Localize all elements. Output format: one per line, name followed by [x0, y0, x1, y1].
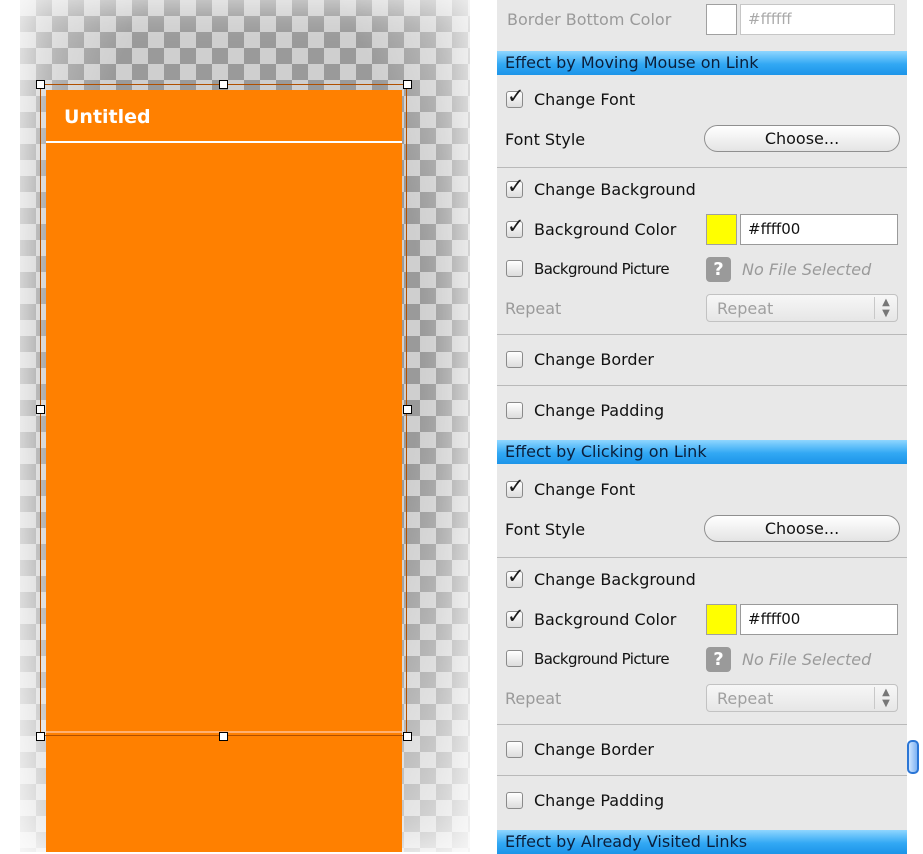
background-picture-checkbox[interactable]: [506, 260, 523, 277]
resize-handle-bottom-right[interactable]: [403, 732, 412, 741]
change-font-label: Change Font: [534, 90, 636, 109]
change-background-checkbox[interactable]: ✓: [506, 176, 525, 198]
background-picture-checkbox[interactable]: [506, 650, 523, 667]
font-style-label: Font Style: [505, 130, 586, 149]
change-padding-checkbox[interactable]: [506, 402, 523, 419]
border-bottom-color-field[interactable]: #ffffff: [740, 4, 895, 35]
change-font-checkbox[interactable]: ✓: [506, 86, 525, 108]
check-icon: ✓: [507, 214, 525, 238]
background-color-field[interactable]: #ffff00: [740, 604, 898, 635]
change-border-checkbox[interactable]: [506, 741, 523, 758]
selection-outline: [40, 84, 407, 736]
repeat-label: Repeat: [505, 689, 562, 708]
question-icon[interactable]: ?: [706, 647, 731, 672]
divider: [497, 724, 907, 725]
resize-handle-top-right[interactable]: [403, 80, 412, 89]
section-header-mouse-over[interactable]: Effect by Moving Mouse on Link: [497, 51, 907, 75]
repeat-select-value: Repeat: [717, 299, 774, 318]
resize-handle-top-left[interactable]: [36, 80, 45, 89]
background-color-checkbox[interactable]: ✓: [506, 216, 525, 238]
check-icon: ✓: [507, 604, 525, 628]
change-padding-label: Change Padding: [534, 791, 665, 810]
change-background-label: Change Background: [534, 180, 696, 199]
border-bottom-color-label: Border Bottom Color: [507, 10, 672, 29]
resize-handle-bottom-left[interactable]: [36, 732, 45, 741]
check-icon: ✓: [507, 474, 525, 498]
background-color-swatch[interactable]: [706, 214, 737, 245]
divider: [497, 385, 907, 386]
resize-handle-bottom[interactable]: [219, 732, 228, 741]
no-file-selected-text: No File Selected: [742, 260, 872, 279]
repeat-select-value: Repeat: [717, 689, 774, 708]
change-font-label: Change Font: [534, 480, 636, 499]
scrollbar-tab[interactable]: [907, 740, 919, 774]
change-background-checkbox[interactable]: ✓: [506, 566, 525, 588]
divider: [497, 557, 907, 558]
check-icon: ✓: [507, 84, 525, 108]
repeat-select[interactable]: Repeat ▲ ▼: [706, 294, 898, 322]
change-background-label: Change Background: [534, 570, 696, 589]
change-font-checkbox[interactable]: ✓: [506, 476, 525, 498]
divider: [497, 334, 907, 335]
section-header-visited[interactable]: Effect by Already Visited Links: [497, 830, 907, 854]
resize-handle-left[interactable]: [36, 405, 45, 414]
background-color-field[interactable]: #ffff00: [740, 214, 898, 245]
question-icon[interactable]: ?: [706, 257, 731, 282]
divider: [497, 775, 907, 776]
change-padding-label: Change Padding: [534, 401, 665, 420]
background-picture-label: Background Picture: [534, 260, 670, 278]
change-border-label: Change Border: [534, 740, 654, 759]
change-padding-checkbox[interactable]: [506, 792, 523, 809]
font-style-choose-button[interactable]: Choose...: [704, 125, 900, 152]
background-color-label: Background Color: [534, 220, 677, 239]
divider: [497, 167, 907, 168]
background-picture-label: Background Picture: [534, 650, 670, 668]
repeat-select[interactable]: Repeat ▲ ▼: [706, 684, 898, 712]
check-icon: ✓: [507, 564, 525, 588]
font-style-label: Font Style: [505, 520, 586, 539]
stepper-arrows-icon: ▲ ▼: [874, 297, 897, 319]
stepper-arrows-icon: ▲ ▼: [874, 687, 897, 709]
border-bottom-color-swatch[interactable]: [706, 4, 737, 35]
repeat-label: Repeat: [505, 299, 562, 318]
inspector-panel: Border Bottom Color #ffffff Effect by Mo…: [497, 0, 907, 854]
check-icon: ✓: [507, 174, 525, 198]
background-color-label: Background Color: [534, 610, 677, 629]
no-file-selected-text: No File Selected: [742, 650, 872, 669]
background-color-swatch[interactable]: [706, 604, 737, 635]
section-header-click[interactable]: Effect by Clicking on Link: [497, 440, 907, 464]
change-border-checkbox[interactable]: [506, 351, 523, 368]
change-border-label: Change Border: [534, 350, 654, 369]
background-color-checkbox[interactable]: ✓: [506, 606, 525, 628]
resize-handle-right[interactable]: [403, 405, 412, 414]
font-style-choose-button[interactable]: Choose...: [704, 515, 900, 542]
resize-handle-top[interactable]: [219, 80, 228, 89]
